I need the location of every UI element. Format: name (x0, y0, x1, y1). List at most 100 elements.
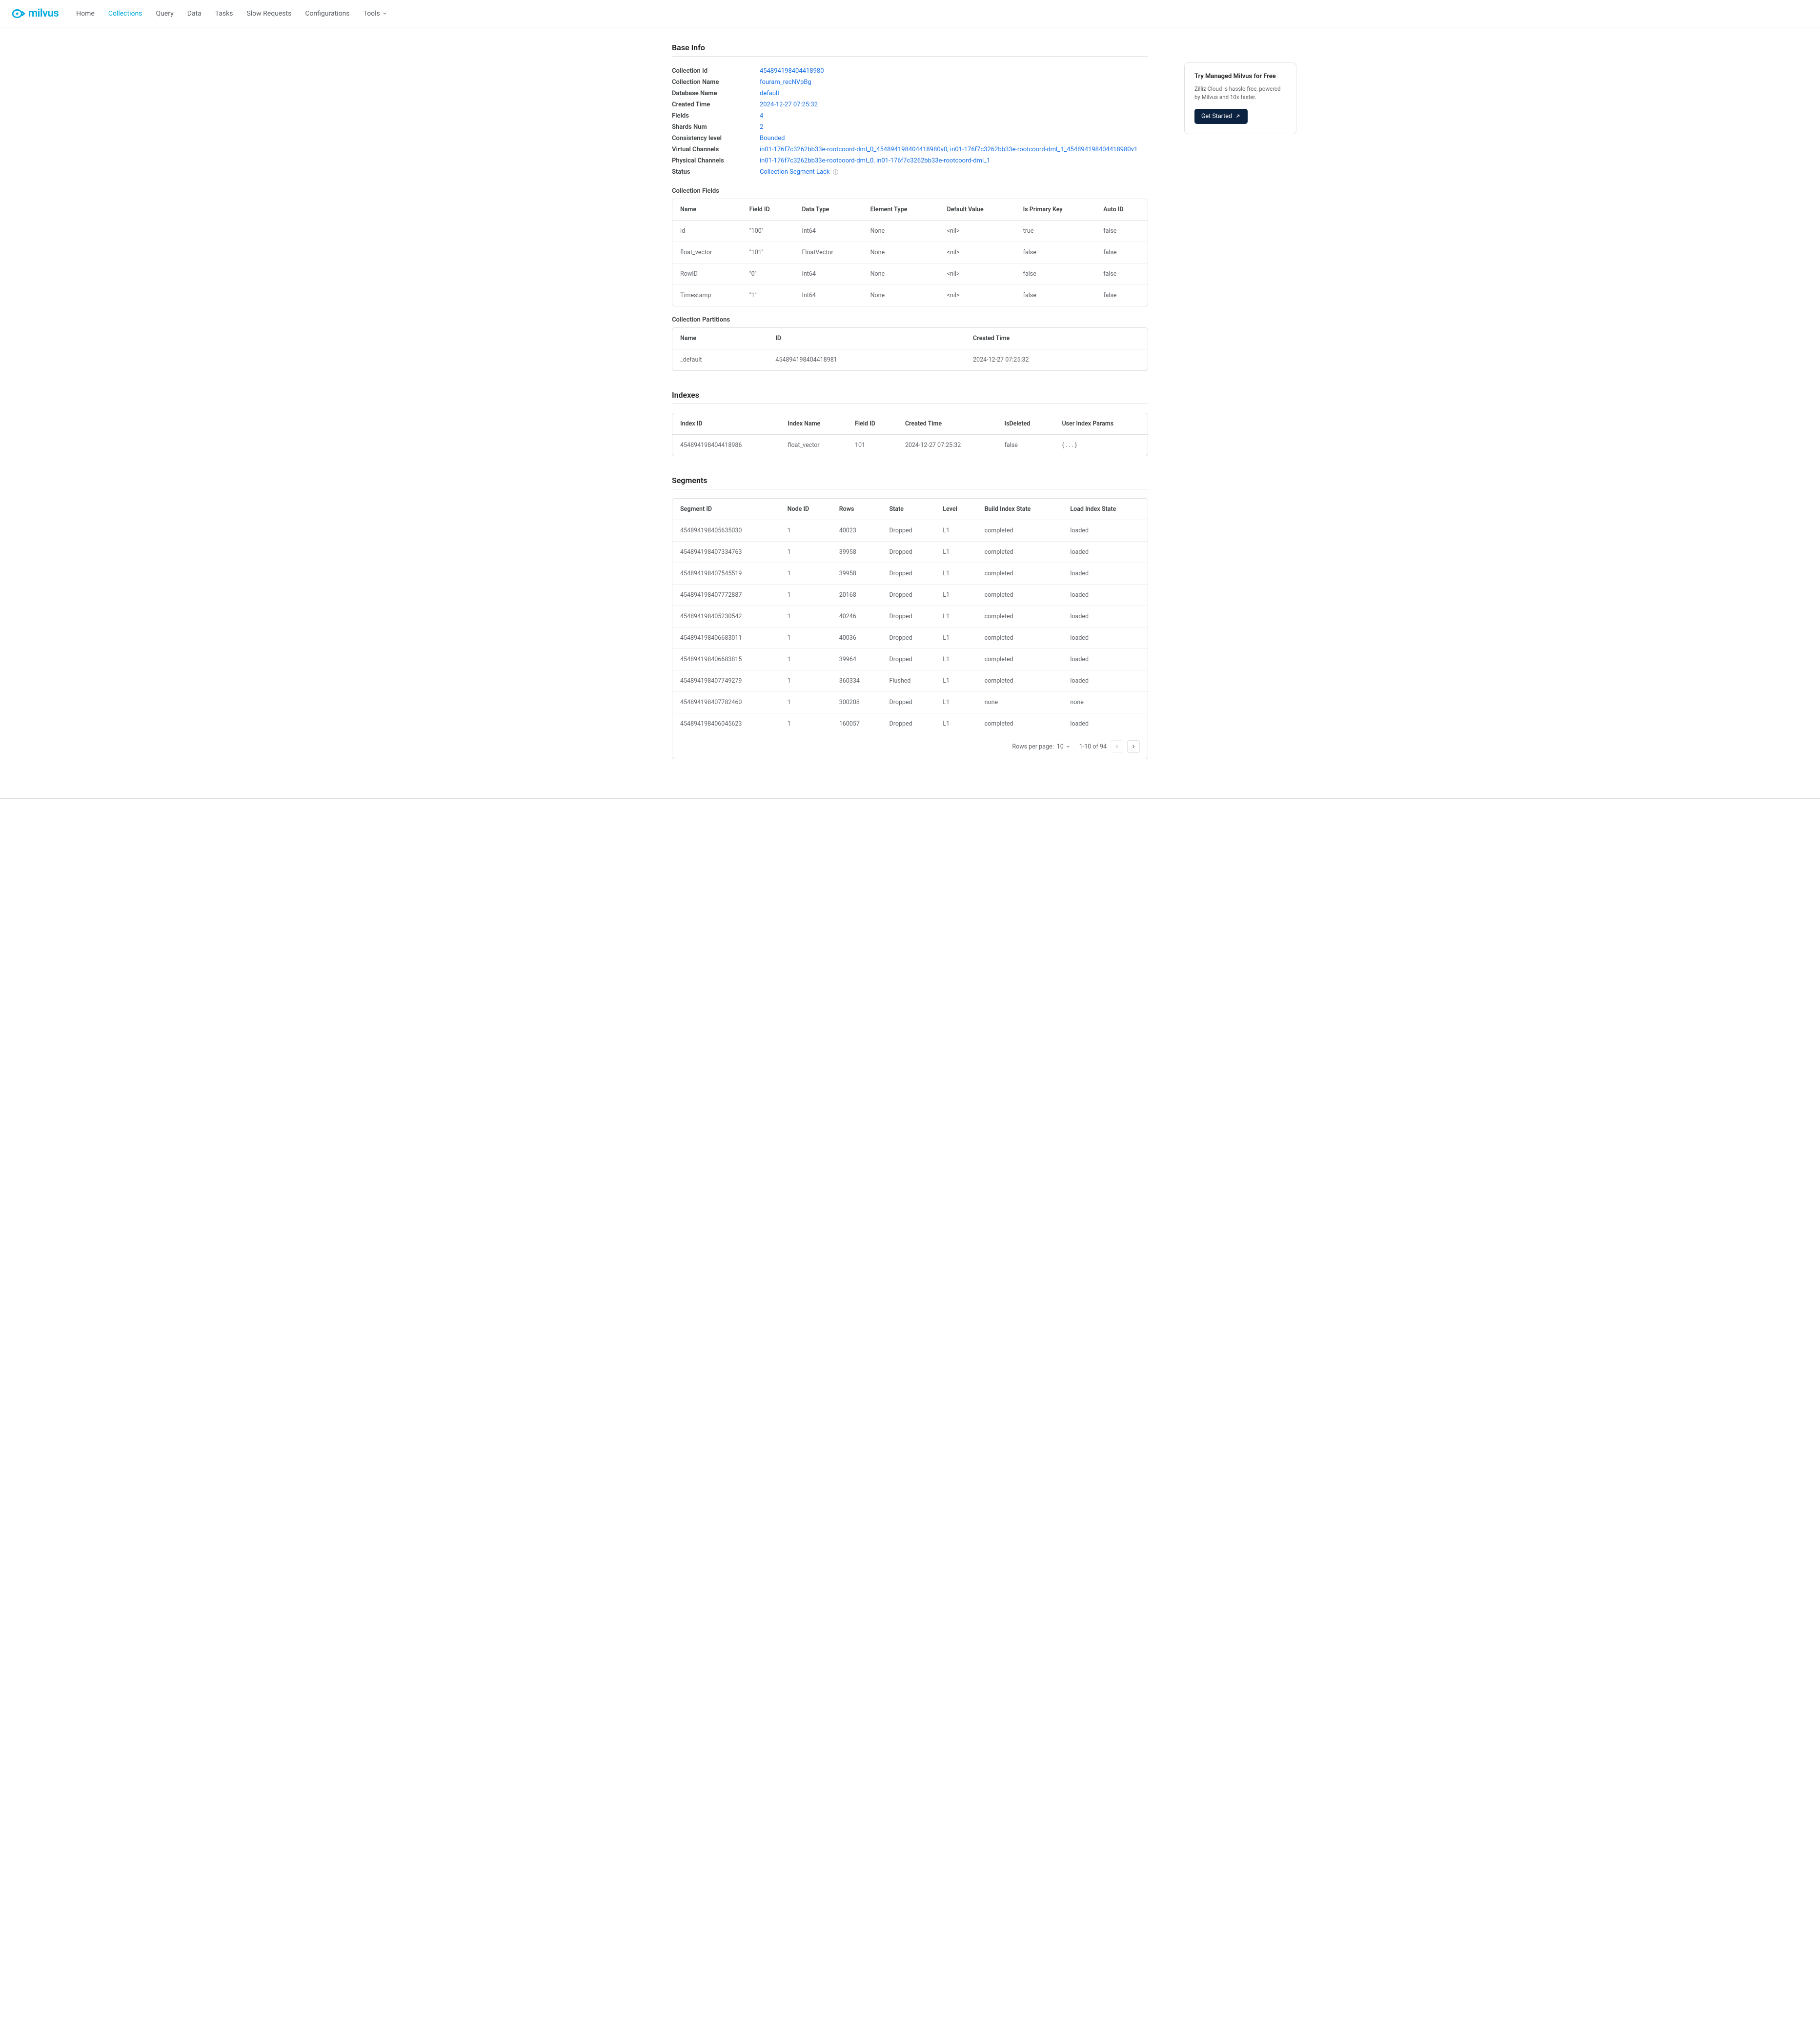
nav-item-query[interactable]: Query (150, 6, 179, 21)
cell: completed (977, 606, 1063, 627)
info-value: fouram_recNVpBg (760, 79, 1148, 86)
cell: 101 (847, 435, 897, 456)
cell: none (1062, 692, 1148, 713)
info-circle-icon (832, 169, 839, 175)
segments-card: Segment IDNode IDRowsStateLevelBuild Ind… (672, 498, 1148, 759)
info-label: Database Name (672, 90, 760, 97)
cell: "101" (742, 242, 794, 263)
info-value: 454894198404418980 (760, 67, 1148, 75)
cell: 454894198405230542 (672, 606, 780, 627)
column-header: Element Type (863, 199, 939, 221)
column-header: Field ID (742, 199, 794, 221)
info-row: Database Namedefault (672, 88, 1148, 99)
promo-title: Try Managed Milvus for Free (1194, 73, 1286, 80)
promo-card: Try Managed Milvus for Free Zilliz Cloud… (1184, 62, 1296, 134)
prev-page-button[interactable] (1111, 740, 1123, 753)
cell: 1 (780, 585, 831, 606)
cell: _default (672, 349, 768, 371)
chevron-down-icon (1066, 744, 1071, 749)
cell: float_vector (780, 435, 847, 456)
cell: 454894198407782460 (672, 692, 780, 713)
logo[interactable]: milvus (12, 7, 59, 20)
rows-per-page-label: Rows per page: (1012, 743, 1053, 750)
info-row: Virtual Channelsin01-176f7c3262bb33e-roo… (672, 144, 1148, 155)
cell: "0" (742, 263, 794, 285)
chevron-right-icon (1131, 744, 1136, 749)
cell: 1 (780, 542, 831, 563)
info-row: StatusCollection Segment Lack (672, 166, 1148, 178)
cell: 39958 (831, 563, 882, 585)
table-row: float_vector"101"FloatVectorNone<nil>fal… (672, 242, 1148, 263)
chevron-left-icon (1114, 744, 1120, 749)
cell: None (863, 242, 939, 263)
cell: completed (977, 520, 1063, 542)
cell: 2024-12-27 07:25:32 (897, 435, 997, 456)
nav-item-tools[interactable]: Tools (358, 6, 393, 21)
cell: 1 (780, 713, 831, 735)
cell: loaded (1062, 713, 1148, 735)
cell: 160057 (831, 713, 882, 735)
cell: 40246 (831, 606, 882, 627)
column-header: Segment ID (672, 499, 780, 520)
cell: None (863, 221, 939, 242)
next-page-button[interactable] (1127, 740, 1140, 753)
cell: loaded (1062, 563, 1148, 585)
cell: false (996, 435, 1054, 456)
cell: loaded (1062, 520, 1148, 542)
indexes-heading: Indexes (672, 390, 1148, 400)
indexes-table: Index IDIndex NameField IDCreated TimeIs… (672, 413, 1148, 456)
get-started-button[interactable]: Get Started (1194, 109, 1248, 124)
cell: "1" (742, 285, 794, 306)
nav-item-home[interactable]: Home (70, 6, 101, 21)
cell: loaded (1062, 606, 1148, 627)
cell: L1 (935, 713, 976, 735)
cell: 454894198407749279 (672, 670, 780, 692)
column-header: Index ID (672, 413, 780, 435)
cell: RowID (672, 263, 742, 285)
table-row: 454894198405635030140023DroppedL1complet… (672, 520, 1148, 542)
cell: false (1095, 263, 1148, 285)
cell: Int64 (794, 263, 862, 285)
nav-item-data[interactable]: Data (182, 6, 207, 21)
cell: 1 (780, 649, 831, 670)
get-started-label: Get Started (1201, 113, 1232, 120)
cell: Int64 (794, 221, 862, 242)
column-header: Default Value (939, 199, 1015, 221)
page-range: 1-10 of 94 (1079, 743, 1107, 750)
cell: <nil> (939, 263, 1015, 285)
footer-divider (0, 798, 1820, 799)
cell: loaded (1062, 649, 1148, 670)
cell: Dropped (882, 520, 935, 542)
info-value: 4 (760, 112, 1148, 120)
cell: L1 (935, 606, 976, 627)
table-row: id"100"Int64None<nil>truefalse (672, 221, 1148, 242)
column-header: Level (935, 499, 976, 520)
info-label: Consistency level (672, 135, 760, 142)
pagination: Rows per page: 10 1-10 of 94 (672, 734, 1148, 759)
column-header: Rows (831, 499, 882, 520)
base-info-heading: Base Info (672, 43, 1148, 52)
nav-item-collections[interactable]: Collections (102, 6, 148, 21)
collection-fields-heading: Collection Fields (672, 187, 1148, 195)
page-size-select[interactable]: 10 (1057, 743, 1071, 750)
info-label: Collection Id (672, 67, 760, 75)
info-row: Shards Num2 (672, 121, 1148, 133)
column-header: Data Type (794, 199, 862, 221)
cell: Dropped (882, 713, 935, 735)
index-params-expand[interactable]: { . . . } (1054, 435, 1148, 456)
cell: L1 (935, 520, 976, 542)
cell: loaded (1062, 542, 1148, 563)
table-row: Timestamp"1"Int64None<nil>falsefalse (672, 285, 1148, 306)
cell: false (1095, 285, 1148, 306)
cell: loaded (1062, 585, 1148, 606)
cell: completed (977, 713, 1063, 735)
cell: true (1015, 221, 1096, 242)
cell: Dropped (882, 649, 935, 670)
cell: 454894198405635030 (672, 520, 780, 542)
info-value: Bounded (760, 135, 1148, 142)
cell: 1 (780, 692, 831, 713)
nav-item-slow-requests[interactable]: Slow Requests (241, 6, 297, 21)
nav-item-tasks[interactable]: Tasks (209, 6, 239, 21)
nav-item-configurations[interactable]: Configurations (299, 6, 355, 21)
info-label: Shards Num (672, 123, 760, 131)
